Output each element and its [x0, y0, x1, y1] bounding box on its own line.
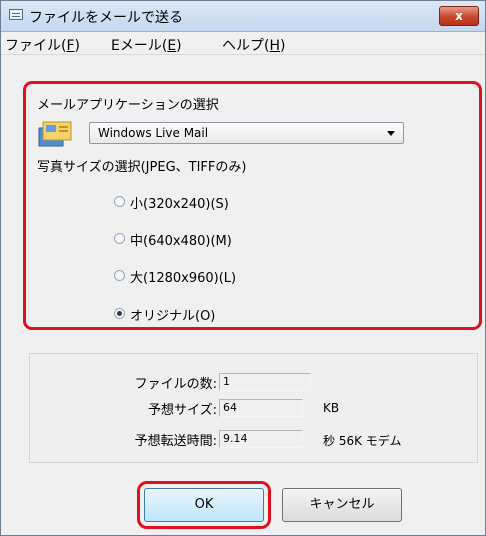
expected-size-field: 64 [219, 399, 303, 417]
radio-original-indicator [114, 308, 125, 319]
expected-size-unit: KB [323, 401, 340, 415]
ok-button[interactable]: OK [144, 488, 264, 522]
mail-app-select[interactable]: Windows Live Mail [89, 122, 404, 144]
menu-file-close: ) [74, 38, 80, 54]
radio-medium-label: 中(640x480)(M) [130, 234, 232, 249]
close-button[interactable]: x [439, 6, 479, 26]
menu-bar: ファイル(F) Eメール(E) ヘルプ(H) [1, 32, 485, 55]
mail-app-label: メールアプリケーションの選択 [37, 98, 219, 113]
chevron-down-icon [387, 131, 395, 136]
radio-small-indicator [114, 196, 125, 207]
menu-email-key: E [167, 38, 177, 54]
radio-large-label: 大(1280x960)(L) [130, 271, 237, 286]
menu-email-close: ) [176, 38, 182, 54]
mail-app-selected: Windows Live Mail [98, 126, 209, 140]
menu-email-label: Eメール( [111, 38, 168, 54]
radio-medium-indicator [114, 233, 125, 244]
file-count-field: 1 [219, 373, 311, 391]
file-count-label: ファイルの数: [134, 377, 217, 392]
mail-app-icon [38, 121, 72, 147]
menu-help-label: ヘルプ( [222, 38, 270, 54]
menu-help[interactable]: ヘルプ(H) [222, 35, 285, 55]
window-title: ファイルをメールで送る [29, 10, 183, 26]
menu-file[interactable]: ファイル(F) [5, 35, 80, 55]
expected-size-label: 予想サイズ: [148, 403, 217, 418]
title-bar[interactable]: ファイルをメールで送る x [1, 1, 485, 32]
menu-file-label: ファイル( [5, 38, 67, 54]
radio-large-indicator [114, 270, 125, 281]
radio-small-label: 小(320x240)(S) [130, 197, 229, 212]
transfer-time-label: 予想転送時間: [134, 434, 217, 449]
menu-help-close: ) [280, 38, 286, 54]
menu-file-key: F [66, 38, 75, 54]
selection-highlight [23, 81, 482, 330]
cancel-button[interactable]: キャンセル [282, 488, 402, 522]
menu-help-key: H [269, 38, 280, 54]
menu-email[interactable]: Eメール(E) [111, 35, 182, 55]
transfer-time-field: 9.14 [219, 430, 303, 448]
radio-original-label: オリジナル(O) [130, 309, 216, 324]
transfer-time-unit: 秒 56K モデム [323, 434, 402, 448]
window-icon [9, 9, 23, 20]
send-mail-dialog: ファイルをメールで送る x ファイル(F) Eメール(E) ヘルプ(H) メール… [0, 0, 486, 536]
photo-size-label: 写真サイズの選択(JPEG、TIFFのみ) [37, 160, 247, 175]
